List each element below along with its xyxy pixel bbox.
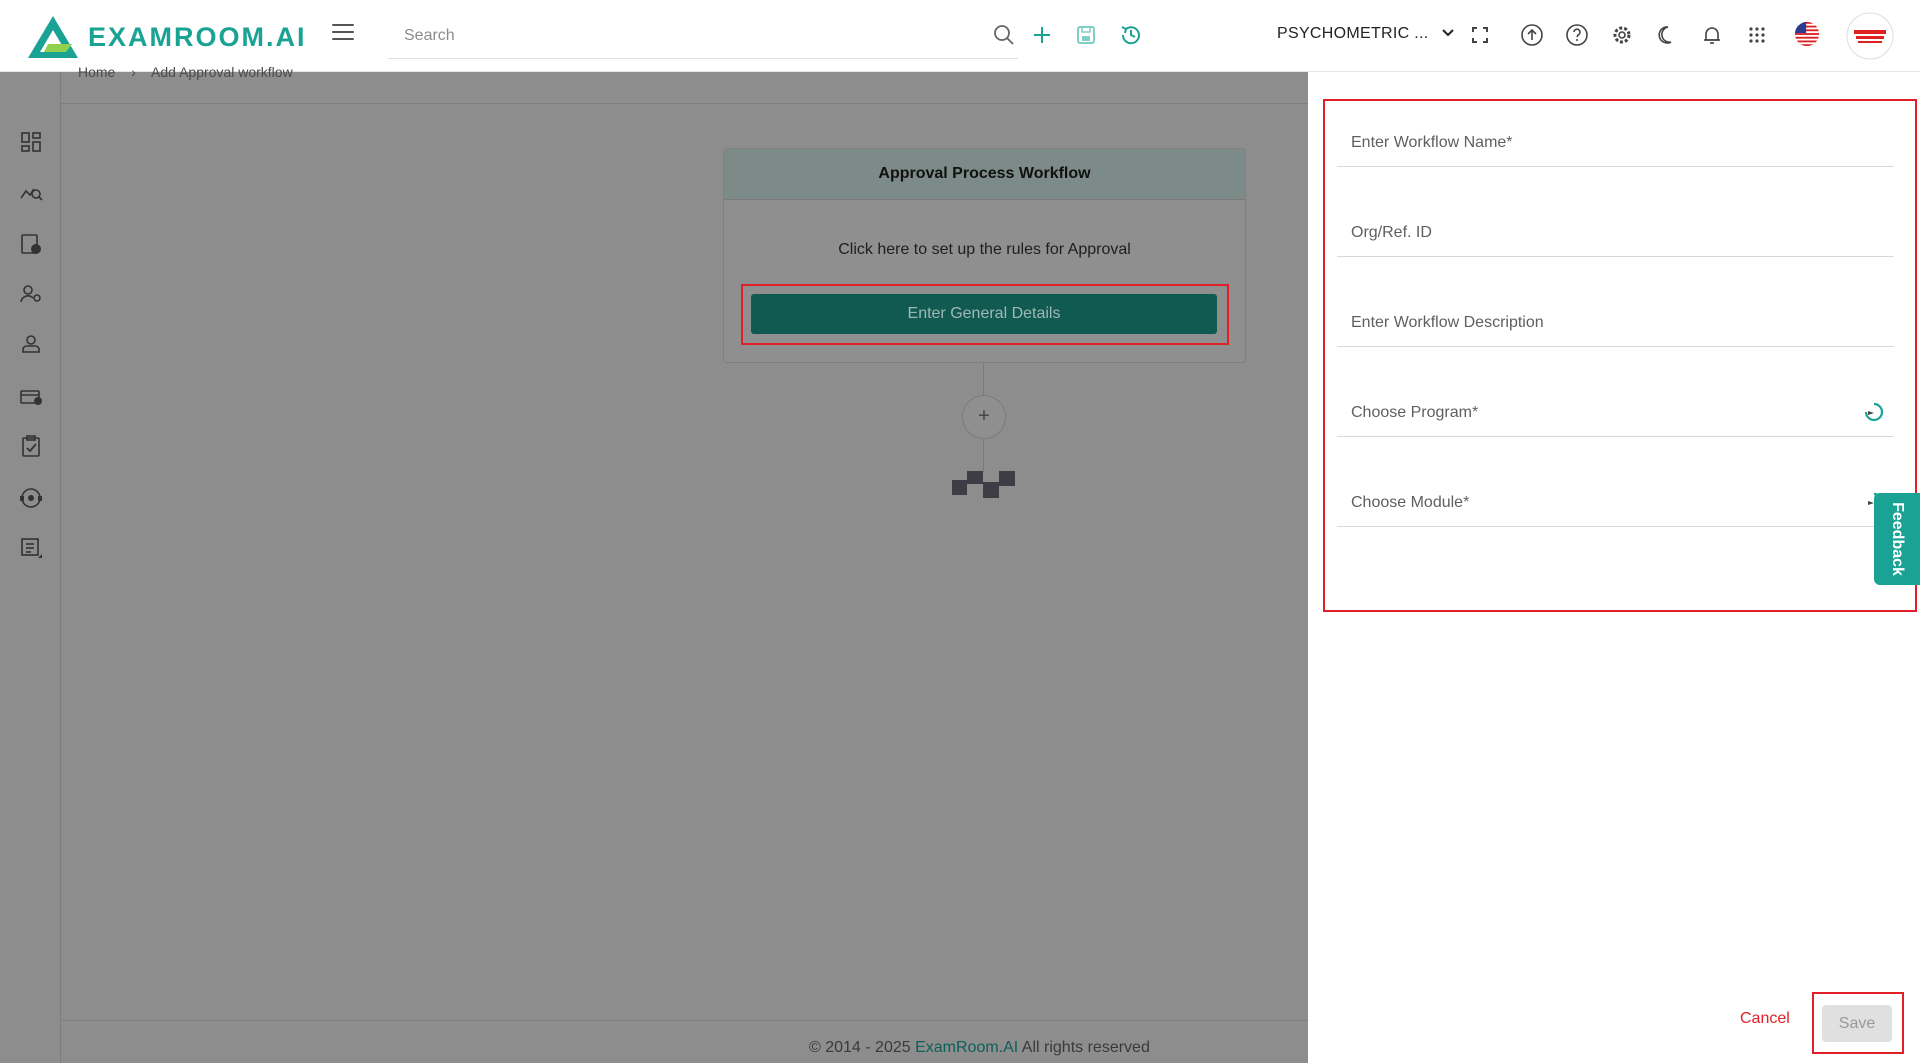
top-header: EXAMROOM.AI PSYCHOMETRIC ... — [0, 0, 1920, 72]
choose-module-field — [1337, 480, 1894, 527]
fullscreen-icon[interactable] — [1467, 22, 1493, 48]
menu-icon[interactable] — [332, 24, 354, 42]
us-flag-icon[interactable] — [1794, 21, 1820, 47]
highlight-save-button — [1812, 992, 1904, 1054]
workflow-name-input[interactable] — [1349, 120, 1853, 166]
breadcrumb-home[interactable]: Home — [78, 64, 115, 80]
org-selector-label: PSYCHOMETRIC ... — [1277, 25, 1429, 42]
org-ref-id-field — [1337, 210, 1894, 257]
payments-icon[interactable] — [19, 384, 43, 408]
workflow-name-field — [1337, 120, 1894, 167]
org-ref-id-input[interactable] — [1349, 210, 1853, 256]
dashboard-icon[interactable] — [19, 130, 43, 154]
cancel-button[interactable]: Cancel — [1740, 1010, 1790, 1028]
footer-divider — [60, 1020, 1308, 1021]
add-icon[interactable] — [1029, 22, 1055, 48]
breadcrumb-divider — [60, 103, 1308, 104]
add-step-node[interactable]: + — [962, 395, 1006, 439]
choose-module-select[interactable] — [1349, 480, 1853, 526]
reports-icon[interactable] — [19, 536, 43, 560]
choose-program-field — [1337, 390, 1894, 437]
workflow-description-input[interactable] — [1349, 300, 1853, 346]
user-settings-icon[interactable] — [19, 282, 43, 306]
org-selector[interactable]: PSYCHOMETRIC ... — [1277, 25, 1455, 43]
loading-spinner-icon — [1864, 402, 1884, 422]
sidebar — [0, 72, 61, 1063]
workflow-description-field — [1337, 300, 1894, 347]
approval-checklist-icon[interactable] — [19, 434, 43, 458]
dark-mode-icon[interactable] — [1654, 22, 1680, 48]
end-flag-icon — [952, 471, 1015, 498]
footer-rights: All rights reserved — [1021, 1039, 1150, 1056]
workflow-card-title: Approval Process Workflow — [878, 165, 1091, 182]
help-icon[interactable] — [1564, 22, 1590, 48]
schedule-icon[interactable] — [19, 232, 43, 256]
settings-icon[interactable] — [1609, 22, 1635, 48]
breadcrumb-separator: › — [131, 64, 136, 80]
logo-icon — [28, 16, 78, 58]
breadcrumb: Home › Add Approval workflow — [78, 64, 293, 80]
history-icon[interactable] — [1118, 22, 1144, 48]
feedback-tab-label: Feedback — [1889, 502, 1906, 576]
highlight-form-area — [1323, 99, 1917, 612]
breadcrumb-current: Add Approval workflow — [151, 64, 293, 80]
save-icon[interactable] — [1073, 22, 1099, 48]
apps-grid-icon[interactable] — [1744, 22, 1770, 48]
chevron-down-icon — [1442, 29, 1454, 37]
brand-name: EXAMROOM.AI — [88, 21, 307, 52]
workflow-card-header: Approval Process Workflow — [724, 149, 1245, 200]
proctoring-icon[interactable] — [19, 486, 43, 510]
avatar[interactable] — [1846, 12, 1894, 60]
workflow-card-subtitle: Click here to set up the rules for Appro… — [838, 241, 1131, 258]
notification-icon[interactable] — [1699, 22, 1725, 48]
candidate-icon[interactable] — [19, 332, 43, 356]
search-input[interactable] — [402, 26, 966, 46]
highlight-general-details — [741, 284, 1229, 345]
search-box — [388, 14, 1018, 59]
search-icon[interactable] — [993, 24, 1015, 46]
brand-logo[interactable]: EXAMROOM.AI — [26, 14, 307, 60]
footer-brand-link[interactable]: ExamRoom.AI — [915, 1039, 1018, 1056]
feedback-tab[interactable]: Feedback — [1874, 493, 1920, 585]
analytics-icon[interactable] — [19, 180, 43, 204]
choose-program-select[interactable] — [1349, 390, 1853, 436]
upload-icon[interactable] — [1519, 22, 1545, 48]
footer-copyright: © 2014 - 2025 — [809, 1039, 911, 1056]
